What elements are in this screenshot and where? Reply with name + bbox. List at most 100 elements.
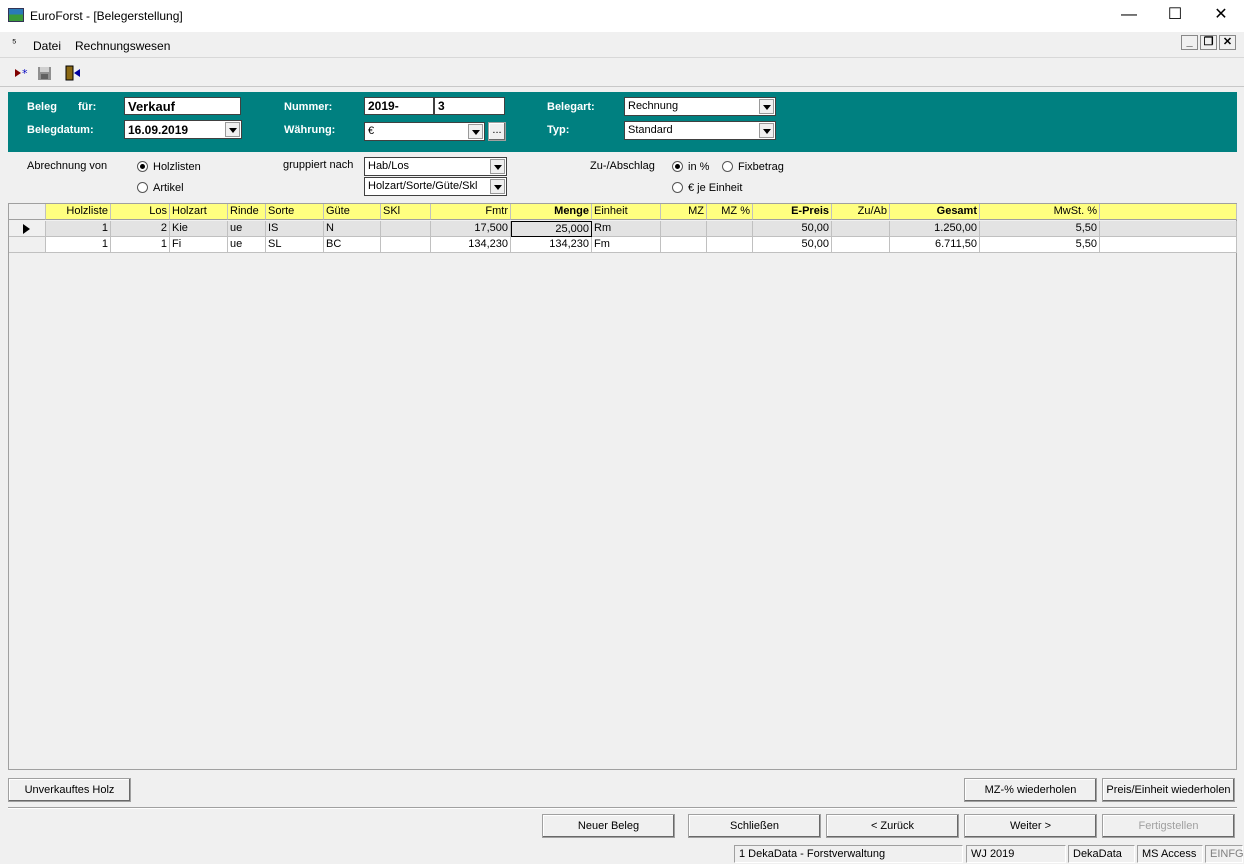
cell-los[interactable]: 1 [111, 237, 170, 253]
cell-mz[interactable] [661, 237, 707, 253]
neuer-beleg-button[interactable]: Neuer Beleg [542, 814, 675, 838]
cell-mz[interactable] [707, 221, 753, 237]
mz-wiederholen-button[interactable]: MZ-% wiederholen [964, 778, 1097, 802]
mdi-close-button[interactable]: ✕ [1219, 35, 1236, 50]
mdi-minimize-button[interactable]: _ [1181, 35, 1198, 50]
gruppe2-combo[interactable]: Holzart/Sorte/Güte/Skl [364, 177, 507, 196]
cell-skl[interactable] [381, 237, 431, 253]
title-bar: EuroForst - [Belegerstellung] — ☐ ✕ [0, 0, 1244, 32]
cell-gesamt[interactable]: 6.711,50 [890, 237, 980, 253]
row-selector[interactable] [9, 221, 46, 237]
cell-einheit[interactable]: Rm [592, 221, 661, 237]
header-panel: Beleg für: Verkauf Belegdatum: 16.09.201… [8, 92, 1237, 152]
column-header-e-preis[interactable]: E-Preis [753, 204, 832, 220]
cell-zu-ab[interactable] [832, 237, 890, 253]
belegart-combo[interactable]: Rechnung [624, 97, 776, 116]
preis-wiederholen-button[interactable]: Preis/Einheit wiederholen [1102, 778, 1235, 802]
euro-je-einheit-radio[interactable] [672, 182, 683, 193]
menu-datei[interactable]: Datei [33, 39, 61, 53]
unverkauftes-holz-button[interactable]: Unverkauftes Holz [8, 778, 131, 802]
cell-holzliste[interactable]: 1 [46, 221, 111, 237]
cell-holzliste[interactable]: 1 [46, 237, 111, 253]
column-header-g-te[interactable]: Güte [324, 204, 381, 220]
zurueck-button[interactable]: < Zurück [826, 814, 959, 838]
close-button[interactable]: ✕ [1198, 0, 1244, 32]
column-header-menge[interactable]: Menge [511, 204, 592, 220]
position-grid[interactable]: Holzliste Los Holzart Rinde Sorte Güte SKl Fmtr… [8, 203, 1237, 770]
chevron-down-icon[interactable] [490, 179, 505, 194]
cell-mz[interactable] [707, 237, 753, 253]
cell-e-preis[interactable]: 50,00 [753, 221, 832, 237]
cell-holzart[interactable]: Kie [170, 221, 228, 237]
cell-fmtr[interactable]: 17,500 [431, 221, 511, 237]
waehrung-more-button[interactable]: ... [488, 122, 506, 141]
column-header-zu-ab[interactable]: Zu/Ab [832, 204, 890, 220]
cell-einheit[interactable]: Fm [592, 237, 661, 253]
cell-los[interactable]: 2 [111, 221, 170, 237]
column-header-mz[interactable]: MZ [661, 204, 707, 220]
fixbetrag-radio[interactable] [722, 161, 733, 172]
column-header-holzart[interactable]: Holzart [170, 204, 228, 220]
cell-mwst[interactable]: 5,50 [980, 221, 1100, 237]
chevron-down-icon[interactable] [468, 124, 483, 139]
minimize-button[interactable]: — [1106, 0, 1152, 32]
cell-g-te[interactable]: N [324, 221, 381, 237]
column-header-mz[interactable]: MZ % [707, 204, 753, 220]
waehrung-value: € [368, 125, 375, 137]
weiter-button[interactable]: Weiter > [964, 814, 1097, 838]
cell-g-te[interactable]: BC [324, 237, 381, 253]
column-header-fmtr[interactable]: Fmtr [431, 204, 511, 220]
cell-zu-ab[interactable] [832, 221, 890, 237]
column-header-gesamt[interactable]: Gesamt [890, 204, 980, 220]
cell-menge[interactable]: 134,230 [511, 237, 592, 253]
cell-sorte[interactable]: IS [266, 221, 324, 237]
schliessen-button[interactable]: Schließen [688, 814, 821, 838]
grid-header-filler [1100, 204, 1237, 220]
nummer-prefix-field[interactable]: 2019- [364, 97, 434, 115]
cell-mz[interactable] [661, 221, 707, 237]
cell-menge[interactable]: 25,000 [511, 221, 592, 237]
column-header-mwst[interactable]: MwSt. % [980, 204, 1100, 220]
nummer-field[interactable]: 3 [434, 97, 505, 115]
cell-holzart[interactable]: Fi [170, 237, 228, 253]
row-selector[interactable] [9, 237, 46, 253]
in-prozent-radio[interactable] [672, 161, 683, 172]
fertigstellen-button[interactable]: Fertigstellen [1102, 814, 1235, 838]
chevron-down-icon[interactable] [490, 159, 505, 174]
belegdatum-label: Belegdatum: [27, 124, 94, 136]
save-icon[interactable] [35, 64, 55, 82]
exit-icon[interactable] [62, 64, 82, 82]
belegdatum-combo[interactable]: 16.09.2019 [124, 120, 242, 139]
cell-rinde[interactable]: ue [228, 237, 266, 253]
cell-rinde[interactable]: ue [228, 221, 266, 237]
chevron-down-icon[interactable] [759, 123, 774, 138]
waehrung-combo[interactable]: € [364, 122, 485, 141]
cell-fmtr[interactable]: 134,230 [431, 237, 511, 253]
zuabschlag-label: Zu-/Abschlag [590, 160, 655, 172]
mdi-doc-icon[interactable]: ⁵ [12, 37, 17, 49]
mdi-restore-button[interactable]: ❐ [1200, 35, 1217, 50]
chevron-down-icon[interactable] [225, 122, 240, 137]
menu-rechnungswesen[interactable]: Rechnungswesen [75, 39, 170, 53]
column-header-einheit[interactable]: Einheit [592, 204, 661, 220]
column-header-rinde[interactable]: Rinde [228, 204, 266, 220]
cell-mwst[interactable]: 5,50 [980, 237, 1100, 253]
beleg-fuer-field[interactable]: Verkauf [124, 97, 241, 115]
new-record-icon[interactable]: * [12, 64, 32, 82]
cell-skl[interactable] [381, 221, 431, 237]
cell-gesamt[interactable]: 1.250,00 [890, 221, 980, 237]
typ-combo[interactable]: Standard [624, 121, 776, 140]
column-header-skl[interactable]: SKl [381, 204, 431, 220]
artikel-radio[interactable] [137, 182, 148, 193]
column-header-sorte[interactable]: Sorte [266, 204, 324, 220]
holzlisten-radio[interactable] [137, 161, 148, 172]
cell-sorte[interactable]: SL [266, 237, 324, 253]
column-header-holzliste[interactable]: Holzliste [46, 204, 111, 220]
gruppe1-combo[interactable]: Hab/Los [364, 157, 507, 176]
row-filler [1100, 237, 1237, 253]
cell-e-preis[interactable]: 50,00 [753, 237, 832, 253]
column-header-los[interactable]: Los [111, 204, 170, 220]
chevron-down-icon[interactable] [759, 99, 774, 114]
status-database: 1 DekaData - Forstverwaltung [734, 845, 963, 863]
maximize-button[interactable]: ☐ [1152, 0, 1198, 32]
